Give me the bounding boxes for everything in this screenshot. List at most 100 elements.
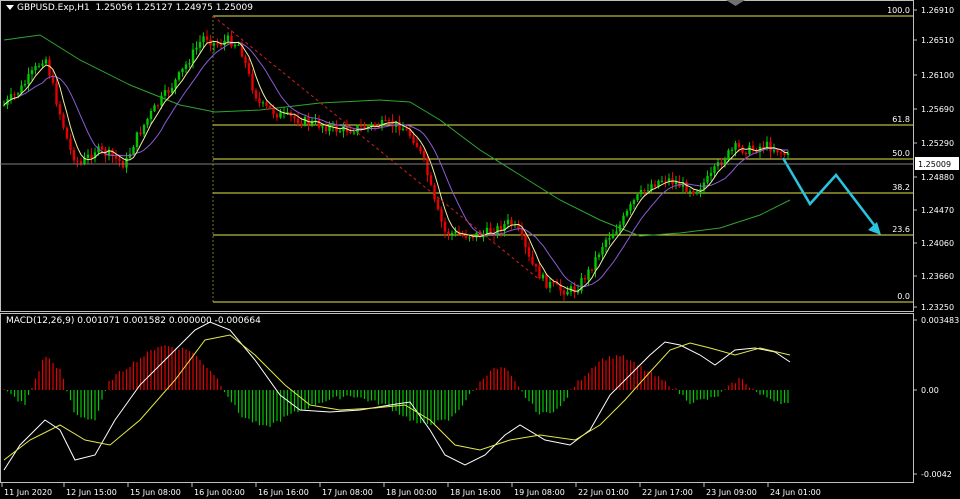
candle-body — [664, 180, 667, 182]
candle-body — [55, 82, 58, 105]
price-chart[interactable]: 100.0 61.8 50.0 38.2 23.6 0.0 1.26910 1.26510 1… — [0, 0, 960, 499]
candle-body — [748, 145, 751, 155]
time-axis: 11 Jun 2020 12 Jun 15:00 15 Jun 08:00 16 Ju… — [1, 483, 821, 497]
candlesticks — [2, 29, 790, 301]
candle-body — [76, 160, 79, 162]
fib-level-label: 50.0 — [892, 149, 910, 158]
price-tick-label: 1.25690 — [921, 105, 954, 114]
candle-body — [258, 98, 261, 103]
candle-body — [506, 219, 510, 225]
symbol-label: GBPUSD.Exp,H1 — [17, 3, 90, 13]
candle-body — [380, 120, 384, 127]
candle-body — [475, 232, 478, 238]
candle-body — [573, 286, 576, 293]
time-tick-label: 15 Jun 08:00 — [130, 488, 181, 497]
candle-body — [72, 149, 76, 161]
candle-body — [667, 178, 671, 182]
candle-body — [146, 119, 149, 125]
candle-body — [692, 191, 695, 194]
candle-body — [611, 233, 615, 239]
candle-body — [524, 235, 527, 248]
candle-body — [184, 64, 188, 69]
candle-body — [352, 132, 356, 134]
candle-body — [114, 156, 118, 159]
time-tick-label: 12 Jun 15:00 — [66, 488, 117, 497]
candle-body — [272, 108, 275, 115]
macd-axis: 0.003483 0.00 -0.0042 — [913, 316, 959, 479]
candle-body — [769, 141, 772, 152]
time-tick-label: 19 Jun 08:00 — [514, 488, 565, 497]
candle-body — [13, 94, 16, 96]
candle-body — [510, 219, 513, 225]
candle-body — [275, 114, 279, 118]
candle-body — [100, 146, 104, 150]
candle-body — [296, 118, 300, 124]
candle-body — [205, 36, 209, 40]
fibonacci-retracement[interactable]: 100.0 61.8 50.0 38.2 23.6 0.0 — [212, 6, 913, 303]
candle-body — [688, 191, 692, 193]
candle-body — [321, 126, 324, 128]
macd-tick-label: -0.0042 — [921, 470, 952, 479]
one-click-panel-icon[interactable] — [726, 0, 745, 6]
candle-body — [135, 132, 139, 148]
ma-fast-line — [3, 40, 789, 292]
fib-level-label: 0.0 — [897, 292, 910, 301]
candle-body — [415, 142, 419, 147]
macd-histogram — [3, 345, 789, 427]
candle-body — [422, 151, 426, 159]
candle-body — [254, 90, 258, 99]
time-tick-label: 16 Jun 00:00 — [194, 488, 245, 497]
time-tick-label: 23 Jun 09:00 — [706, 488, 757, 497]
candle-body — [202, 36, 205, 43]
moving-average-slow — [3, 34, 791, 237]
candle-body — [545, 274, 548, 288]
time-tick-label: 22 Jun 17:00 — [642, 488, 693, 497]
candle-body — [471, 237, 475, 239]
candle-body — [153, 105, 156, 111]
candle-body — [450, 233, 454, 235]
candle-body — [160, 95, 163, 106]
candle-body — [226, 35, 230, 41]
time-tick-label: 18 Jun 00:00 — [386, 488, 437, 497]
time-tick-label: 18 Jun 16:00 — [450, 488, 501, 497]
macd-main-line — [3, 321, 791, 471]
price-tick-label: 1.25290 — [921, 139, 954, 148]
candle-body — [216, 43, 219, 45]
chart-window[interactable]: 100.0 61.8 50.0 38.2 23.6 0.0 1.26910 1.26510 1… — [0, 0, 960, 499]
price-tick-label: 1.24470 — [921, 206, 954, 215]
candle-body — [583, 278, 587, 280]
candle-body — [174, 79, 177, 88]
time-tick-label: 16 Jun 16:00 — [258, 488, 309, 497]
candle-body — [534, 264, 538, 267]
chart-header: GBPUSD.Exp,H1 1.25056 1.25127 1.24975 1.… — [6, 3, 253, 13]
candle-body — [552, 281, 555, 283]
candle-body — [772, 150, 776, 152]
candle-body — [538, 266, 541, 279]
candle-body — [562, 290, 566, 295]
candle-body — [615, 231, 618, 234]
price-tick-label: 1.26100 — [921, 71, 954, 80]
candle-body — [590, 269, 594, 271]
candle-body — [566, 291, 569, 295]
candle-body — [646, 190, 650, 192]
candle-body — [163, 90, 167, 96]
candle-body — [454, 231, 457, 234]
candle-body — [730, 149, 734, 151]
candle-body — [279, 112, 282, 118]
trend-channel-line — [212, 15, 541, 281]
forecast-path — [781, 157, 879, 231]
time-tick-label: 11 Jun 2020 — [4, 488, 52, 497]
fib-level-label: 23.6 — [892, 225, 910, 234]
macd-title: MACD(12,26,9) 0.001071 0.001582 0.000000… — [6, 316, 261, 326]
candle-body — [44, 59, 48, 64]
price-tick-label: 1.24060 — [921, 239, 954, 248]
candle-body — [261, 102, 265, 104]
chart-menu-triangle-icon[interactable] — [6, 5, 14, 10]
candle-body — [349, 131, 352, 133]
candle-body — [300, 123, 303, 125]
candle-body — [9, 94, 13, 100]
candle-body — [674, 182, 678, 185]
macd-lines — [3, 321, 791, 471]
candle-body — [139, 132, 142, 135]
candle-body — [461, 234, 464, 236]
